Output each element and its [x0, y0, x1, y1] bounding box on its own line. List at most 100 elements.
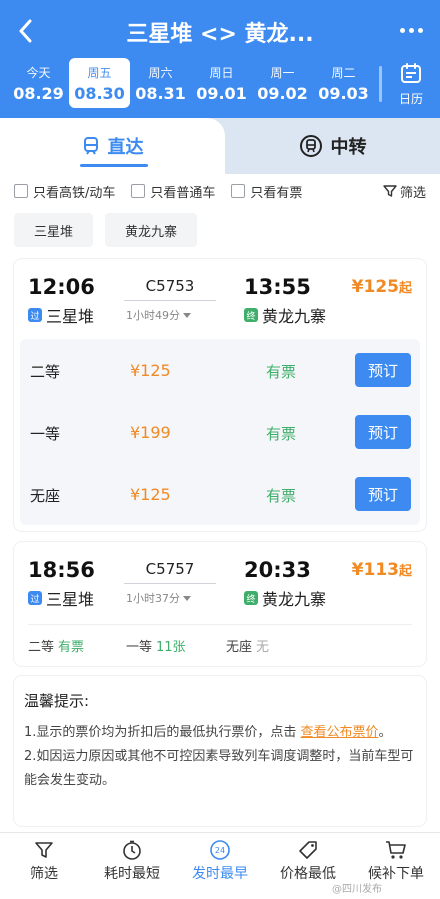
tab-underline: [80, 164, 148, 167]
pass-tag-icon: 过: [28, 591, 42, 605]
date-value: 08.31: [135, 84, 186, 103]
tab-transfer[interactable]: 中转: [225, 118, 440, 174]
bottom-earliest-departure-button[interactable]: 24 发时最早: [176, 833, 264, 899]
checkbox-normal-train[interactable]: 只看普通车: [131, 182, 215, 201]
arrival-station-name: 黄龙九寨: [262, 307, 327, 326]
book-button[interactable]: 预订: [355, 353, 411, 387]
bottom-filter-button[interactable]: 筛选: [0, 833, 88, 899]
date-item[interactable]: 周二 09.03: [313, 58, 374, 108]
checkbox-box: [231, 184, 246, 198]
date-item[interactable]: 周一 09.02: [252, 58, 313, 108]
dot-icon: [417, 27, 423, 33]
train-icon: [83, 137, 98, 155]
train-number: C5757: [145, 560, 195, 578]
view-published-price-link[interactable]: 查看公布票价: [301, 725, 379, 740]
departure-station-name: 三星堆: [46, 590, 95, 609]
seat-status: 11张: [156, 640, 186, 655]
train-card[interactable]: 12:06 过 三星堆 C5753 1小时49分 13:55 终 黄龙九寨 ¥1…: [14, 259, 426, 531]
seat-class: 一等: [30, 425, 61, 443]
seat-availability: 有票: [266, 363, 297, 381]
tips-text: 。: [378, 725, 392, 740]
seat-class: 二等: [28, 640, 55, 655]
tab-transfer-label: 中转: [330, 137, 367, 158]
date-value: 09.03: [318, 84, 369, 103]
seat-price: ¥125: [130, 485, 171, 504]
station-chip-departure[interactable]: 三星堆: [14, 213, 94, 247]
calendar-icon: [401, 63, 421, 83]
date-item[interactable]: 周日 09.01: [191, 58, 252, 108]
date-weekday: 今天: [26, 66, 51, 80]
seat-panel: 二等 ¥125 有票 预订 一等 ¥199 有票 预订 无座 ¥125 有票 预…: [20, 339, 420, 525]
seat-availability: 有票: [266, 487, 297, 505]
lowest-price: ¥125起: [352, 277, 412, 297]
date-weekday: 周五: [87, 66, 112, 80]
tips-line-1: 1.显示的票价均为折扣后的最低执行票价，点击 查看公布票价。: [24, 721, 416, 745]
departure-station: 过 三星堆: [28, 303, 94, 327]
bottom-shortest-duration-button[interactable]: 耗时最短: [88, 833, 176, 899]
watermark: @四川发布: [332, 884, 382, 895]
svg-text:24: 24: [215, 846, 225, 855]
terminal-tag-icon: 终: [244, 308, 258, 322]
tab-bar: 直达 中转: [0, 118, 440, 174]
seat-status: 无: [256, 640, 270, 655]
24h-icon: 24: [210, 840, 230, 860]
more-menu-button[interactable]: [396, 18, 426, 42]
book-button[interactable]: 预订: [355, 477, 411, 511]
date-selector: 今天 08.29 周五 08.30 周六 08.31 周日 09.01 周一 0…: [8, 58, 378, 108]
date-value: 08.30: [74, 84, 125, 103]
chevron-left-icon: [19, 19, 32, 43]
date-item[interactable]: 今天 08.29: [8, 58, 69, 108]
route-line: [124, 300, 216, 301]
bottom-toolbar: 筛选 耗时最短 24 发时最早 价格最低 候补下单 @四川发布: [0, 832, 440, 899]
price-value: ¥113: [351, 560, 399, 580]
date-item[interactable]: 周六 08.31: [130, 58, 191, 108]
cart-icon: [386, 841, 406, 859]
price-value: ¥125: [351, 277, 399, 297]
station-chip-arrival[interactable]: 黄龙九寨: [105, 213, 198, 247]
train-card[interactable]: 18:56 过 三星堆 C5757 1小时37分 20:33 终 黄龙九寨 ¥1…: [14, 542, 426, 666]
filter-button[interactable]: 筛选: [383, 182, 426, 201]
lowest-price: ¥113起: [352, 560, 412, 580]
tab-direct-label: 直达: [107, 137, 144, 158]
seat-row: 无座 ¥125 有票 预订: [20, 463, 420, 525]
dot-icon: [408, 27, 414, 33]
checkbox-box: [131, 184, 146, 198]
page-title: 三星堆 <> 黄龙...: [126, 22, 314, 47]
checkbox-label: 只看有票: [250, 185, 303, 201]
seat-class: 一等: [126, 640, 153, 655]
bottom-item-label: 发时最早: [192, 866, 248, 882]
caret-down-icon: [183, 595, 191, 601]
departure-station-name: 三星堆: [46, 307, 95, 326]
seat-class: 无座: [226, 640, 253, 655]
tips-line-2: 2.如因运力原因或其他不可控因素导致列车调度调整时，当前车型可能会发生变动。: [24, 749, 414, 788]
calendar-label: 日历: [398, 92, 423, 106]
divider: [28, 624, 412, 625]
seat-status: 有票: [58, 640, 85, 655]
checkbox-box: [14, 184, 28, 198]
bottom-item-label: 筛选: [30, 866, 58, 882]
arrival-time: 13:55: [244, 275, 311, 299]
departure-time: 12:06: [28, 275, 95, 299]
back-button[interactable]: [10, 14, 40, 48]
seat-class: 无座: [30, 487, 61, 505]
arrival-station-name: 黄龙九寨: [262, 590, 327, 609]
duration-toggle[interactable]: 1小时37分: [126, 590, 191, 606]
date-item-selected[interactable]: 周五 08.30: [69, 58, 130, 108]
departure-time: 18:56: [28, 558, 95, 582]
seat-availability: 有票: [266, 425, 297, 443]
filter-icon: [383, 185, 397, 197]
calendar-button[interactable]: 日历: [388, 62, 434, 106]
divider: [379, 66, 382, 102]
checkbox-high-speed[interactable]: 只看高铁/动车: [14, 182, 115, 201]
tab-direct[interactable]: 直达: [0, 118, 225, 174]
seat-price: ¥199: [130, 423, 171, 442]
clock-icon: [123, 840, 141, 860]
duration-toggle[interactable]: 1小时49分: [126, 307, 191, 323]
seat-summary: 无座 无: [226, 636, 269, 655]
checkbox-available[interactable]: 只看有票: [231, 182, 302, 201]
bottom-item-label: 耗时最短: [104, 866, 160, 882]
seat-class: 二等: [30, 363, 61, 381]
arrival-station: 终 黄龙九寨: [244, 303, 326, 327]
seat-summary: 一等 11张: [126, 636, 186, 655]
book-button[interactable]: 预订: [355, 415, 411, 449]
